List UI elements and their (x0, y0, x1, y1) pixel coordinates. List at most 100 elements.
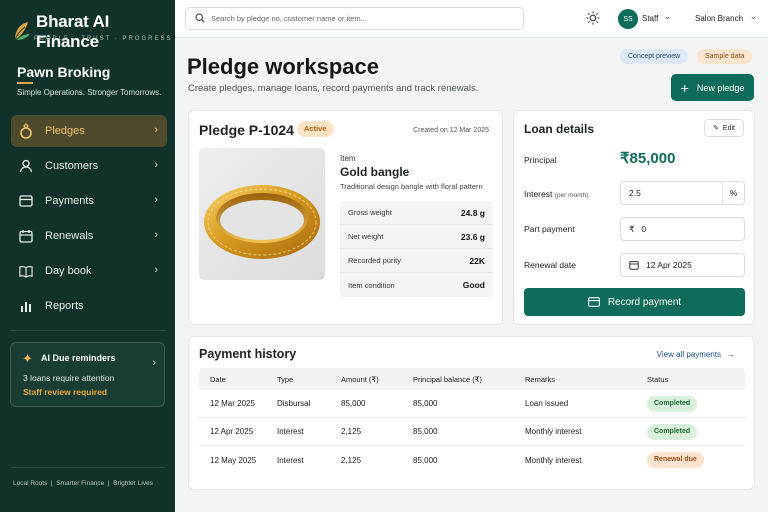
column-header: Date (210, 374, 226, 384)
spec-label: Net weight (348, 232, 384, 241)
remarks-cell: Monthly interest (525, 427, 582, 436)
spec-value: Good (462, 280, 485, 290)
spec-row: Net weight 23.6 g (340, 225, 493, 249)
avatar[interactable]: SS (618, 9, 638, 29)
column-header: Principal balance (₹) (413, 374, 482, 384)
part-payment-value: 0 (641, 224, 647, 234)
item-photo (199, 148, 325, 280)
sidebar-nav: Pledges › Customers › Payments › Renewal… (11, 115, 167, 325)
section-title: Pawn Broking (17, 64, 111, 80)
search-input[interactable] (211, 14, 511, 23)
sidebar-item-reports[interactable]: Reports (11, 290, 167, 322)
concept-preview-badge: Concept preview (620, 49, 689, 64)
sidebar-item-label: Payments (45, 195, 94, 207)
type-cell: Disbursal (277, 399, 311, 408)
theme-toggle-icon[interactable] (586, 11, 600, 28)
history-title: Payment history (199, 347, 297, 361)
pencil-icon: ✎ (713, 125, 719, 132)
sidebar-item-customers[interactable]: Customers › (11, 150, 167, 182)
status-badge: Renewal due (647, 452, 704, 468)
chevron-right-icon: › (154, 194, 158, 206)
interest-note: (per month) (554, 192, 589, 199)
section-subtitle: Simple Operations. Stronger Tomorrows. (17, 88, 162, 97)
table-row[interactable]: 12 May 2025 Interest 2,125 85,000 Monthl… (199, 446, 745, 474)
item-description: Traditional design bangle with floral pa… (340, 182, 483, 191)
interest-field[interactable]: 2.5 % (620, 181, 745, 205)
record-payment-button[interactable]: Record payment (524, 288, 745, 316)
table-row[interactable]: 12 Apr 2025 Interest 2,125 85,000 Monthl… (199, 418, 745, 446)
book-icon (19, 264, 33, 278)
table-row[interactable]: 12 Mar 2025 Disbursal 85,000 85,000 Loan… (199, 390, 745, 418)
chevron-down-icon[interactable]: ⌄ (664, 12, 671, 21)
sidebar-item-renewals[interactable]: Renewals › (11, 220, 167, 252)
chevron-right-icon: › (154, 124, 158, 136)
amount-cell: 2,125 (341, 427, 362, 436)
status-cell: Completed (647, 423, 745, 440)
gold-bangle-image (204, 185, 320, 259)
user-icon (19, 159, 33, 173)
spec-value: 23.6 g (460, 231, 485, 242)
chevron-down-icon[interactable]: ⌄ (750, 12, 757, 21)
top-bar: SS Staff ⌄ Salon Branch ⌄ (175, 0, 768, 38)
card-icon (587, 297, 600, 307)
spec-value: 24.8 g (460, 207, 485, 218)
renewal-date-field[interactable]: 12 Apr 2025 (620, 253, 745, 277)
sidebar-item-day-book[interactable]: Day book › (11, 255, 167, 287)
type-cell: Interest (277, 455, 304, 465)
sparkle-icon: ✦ (22, 351, 33, 366)
new-pledge-label: New pledge (696, 82, 745, 93)
pledge-card: Pledge P-1024 Active Created on 12 Mar 2… (188, 110, 503, 325)
amount-cell: 85,000 (341, 399, 366, 408)
part-payment-field[interactable]: ₹ 0 (620, 217, 745, 241)
section-underline (17, 82, 33, 84)
record-payment-label: Record payment (607, 296, 682, 308)
brand[interactable]: Bharat AI Finance (12, 12, 175, 52)
sidebar-item-label: Renewals (45, 230, 94, 242)
chevron-right-icon: › (154, 159, 158, 171)
status-badge: Completed (647, 395, 698, 412)
renewal-date-label: Renewal date (524, 260, 576, 270)
created-date: Created on 12 Mar 2025 (413, 127, 489, 134)
column-header: Type (277, 374, 294, 384)
part-payment-label: Part payment (524, 224, 575, 234)
remarks-cell: Monthly interest (525, 455, 582, 465)
percent-suffix: % (722, 182, 744, 204)
sidebar-item-label: Customers (45, 160, 99, 172)
card-icon (19, 194, 33, 208)
item-label: Item (340, 154, 356, 163)
ring-icon (19, 123, 33, 139)
balance-cell: 85,000 (413, 455, 438, 465)
ai-reminders-title: AI Due reminders (41, 353, 116, 363)
branch-selector[interactable]: Salon Branch (695, 14, 743, 23)
amount-cell: 2,125 (341, 455, 362, 465)
edit-button[interactable]: ✎ Edit (704, 119, 744, 137)
item-name: Gold bangle (340, 165, 410, 179)
item-specs: Gross weight 24.8 g Net weight 23.6 g Re… (340, 201, 493, 297)
new-pledge-button[interactable]: + New pledge (671, 74, 754, 101)
calendar-icon (19, 229, 33, 243)
sidebar-item-pledges[interactable]: Pledges › (11, 115, 167, 147)
page-subtitle: Create pledges, manage loans, record pay… (188, 83, 479, 94)
chevron-right-icon: › (154, 229, 158, 241)
loan-details-card: Loan details ✎ Edit Principal ₹85,000 In… (513, 110, 755, 325)
renewal-date-value: 12 Apr 2025 (646, 260, 692, 270)
remarks-cell: Loan issued (525, 399, 569, 408)
loan-title: Loan details (524, 122, 595, 136)
sidebar-item-label: Reports (45, 300, 84, 312)
user-menu[interactable]: Staff (642, 14, 658, 23)
view-all-payments-link[interactable]: View all payments → (657, 350, 735, 359)
ai-reminders-card[interactable]: ✦ AI Due reminders 3 loans require atten… (10, 342, 165, 407)
sidebar-item-label: Pledges (45, 125, 85, 137)
interest-label: Interest (per month) (524, 189, 588, 199)
plus-icon: + (680, 79, 689, 96)
column-header: Status (647, 374, 669, 384)
search-box[interactable] (185, 7, 524, 30)
arrow-right-icon: → (727, 350, 735, 359)
sidebar-item-payments[interactable]: Payments › (11, 185, 167, 217)
chevron-right-icon: › (154, 264, 158, 276)
pledge-id: Pledge P-1024 (199, 122, 294, 138)
status-badge: Active (297, 121, 334, 137)
payment-history-card: Payment history View all payments → Date… (188, 336, 755, 490)
spec-label: Recorded purity (348, 256, 401, 265)
table-header: Date Type Amount (₹) Principal balance (… (199, 368, 745, 390)
